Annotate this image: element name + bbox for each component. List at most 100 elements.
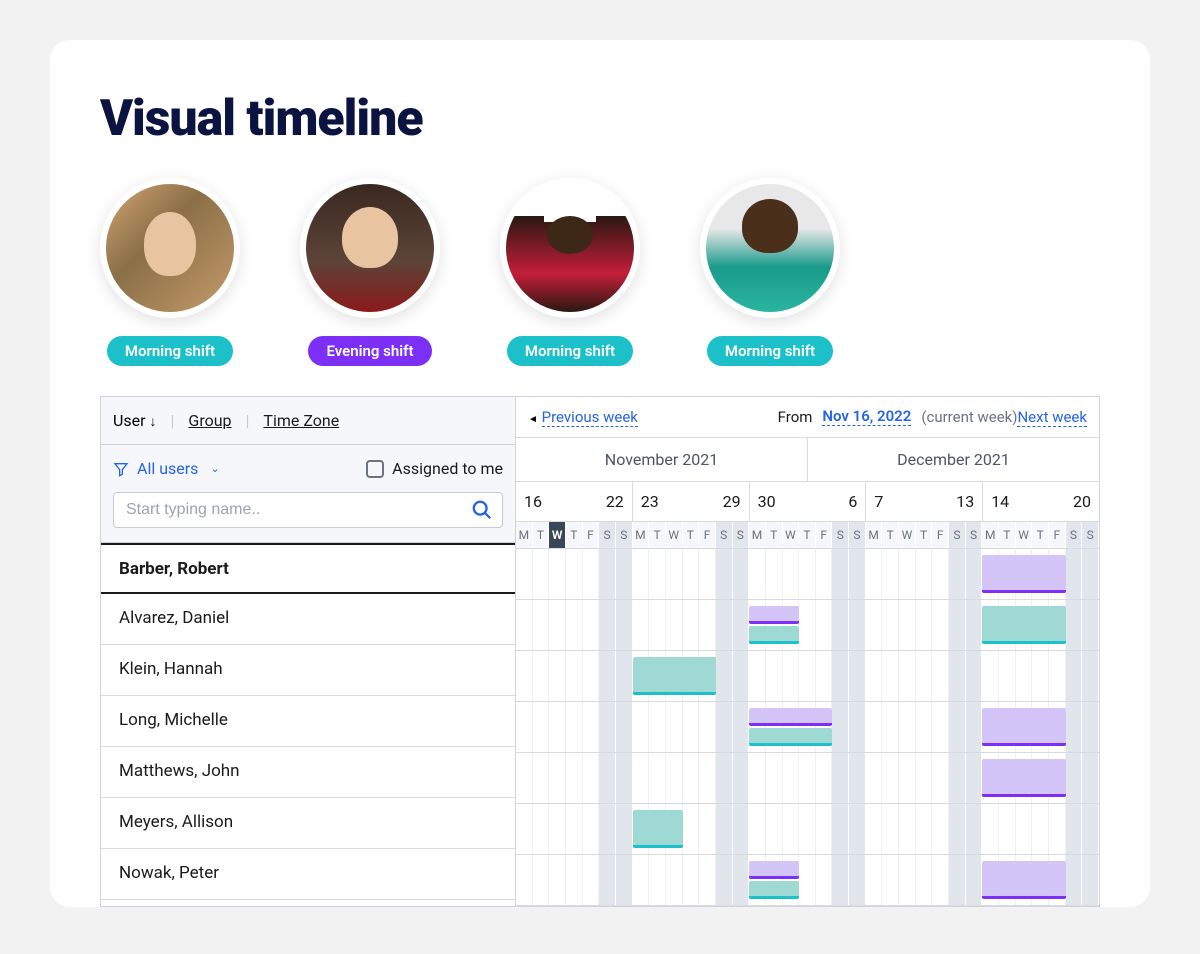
grid-cell[interactable] [949, 702, 966, 752]
grid-cell[interactable] [866, 804, 883, 854]
grid-cell[interactable] [866, 855, 883, 905]
grid-cell[interactable] [649, 702, 666, 752]
grid-cell[interactable] [932, 549, 949, 599]
grid-cell[interactable] [766, 804, 783, 854]
grid-cell[interactable] [649, 753, 666, 803]
grid-cell[interactable] [533, 804, 550, 854]
grid-cell[interactable] [683, 753, 700, 803]
grid-cell[interactable] [699, 753, 716, 803]
grid-cell[interactable] [616, 753, 633, 803]
grid-cell[interactable] [733, 702, 750, 752]
grid-cell[interactable] [583, 855, 600, 905]
grid-cell[interactable] [566, 702, 583, 752]
grid-cell[interactable] [566, 651, 583, 701]
grid-cell[interactable] [733, 804, 750, 854]
assigned-checkbox[interactable] [366, 460, 384, 478]
grid-cell[interactable] [832, 651, 849, 701]
grid-cell[interactable] [932, 600, 949, 650]
grid-cell[interactable] [1066, 651, 1083, 701]
grid-cell[interactable] [966, 804, 983, 854]
from-date[interactable]: Nov 16, 2022 [822, 407, 911, 426]
grid-cell[interactable] [766, 651, 783, 701]
grid-cell[interactable] [649, 549, 666, 599]
grid-cell[interactable] [799, 804, 816, 854]
grid-cell[interactable] [683, 549, 700, 599]
grid-cell[interactable] [666, 753, 683, 803]
grid-cell[interactable] [516, 702, 533, 752]
schedule-bar[interactable] [982, 861, 1065, 899]
grid-cell[interactable] [633, 600, 650, 650]
schedule-bar[interactable] [749, 606, 799, 624]
grid-cell[interactable] [1066, 753, 1083, 803]
grid-cell[interactable] [516, 549, 533, 599]
schedule-bar[interactable] [982, 708, 1065, 746]
grid-cell[interactable] [816, 651, 833, 701]
grid-cell[interactable] [599, 855, 616, 905]
schedule-bar[interactable] [749, 881, 799, 899]
grid-cell[interactable] [666, 549, 683, 599]
grid-cell[interactable] [1082, 702, 1099, 752]
grid-cell[interactable] [783, 651, 800, 701]
grid-cell[interactable] [949, 549, 966, 599]
grid-cell[interactable] [733, 549, 750, 599]
avatar[interactable] [100, 178, 240, 318]
user-row[interactable]: Nowak, Peter [101, 849, 515, 900]
grid-cell[interactable] [583, 804, 600, 854]
user-row[interactable]: Meyers, Allison [101, 798, 515, 849]
grid-cell[interactable] [633, 702, 650, 752]
grid-cell[interactable] [549, 651, 566, 701]
grid-cell[interactable] [749, 651, 766, 701]
assigned-to-me[interactable]: Assigned to me [366, 459, 503, 478]
grid-cell[interactable] [849, 549, 866, 599]
grid-cell[interactable] [849, 600, 866, 650]
grid-cell[interactable] [566, 753, 583, 803]
prev-week-link[interactable]: ◄ Previous week [528, 408, 638, 426]
grid-cell[interactable] [1082, 855, 1099, 905]
grid-cell[interactable] [966, 855, 983, 905]
grid-cell[interactable] [816, 855, 833, 905]
grid-cell[interactable] [899, 753, 916, 803]
grid-cell[interactable] [949, 651, 966, 701]
grid-cell[interactable] [916, 651, 933, 701]
grid-cell[interactable] [549, 549, 566, 599]
grid-cell[interactable] [566, 804, 583, 854]
schedule-bar[interactable] [982, 606, 1065, 644]
grid-cell[interactable] [633, 753, 650, 803]
grid-cell[interactable] [866, 753, 883, 803]
grid-cell[interactable] [583, 651, 600, 701]
grid-cell[interactable] [932, 651, 949, 701]
grid-cell[interactable] [882, 753, 899, 803]
search-icon[interactable] [471, 499, 493, 521]
grid-cell[interactable] [516, 600, 533, 650]
schedule-bar[interactable] [633, 657, 716, 695]
schedule-bar[interactable] [982, 759, 1065, 797]
grid-cell[interactable] [966, 753, 983, 803]
grid-cell[interactable] [932, 804, 949, 854]
grid-cell[interactable] [899, 549, 916, 599]
grid-cell[interactable] [816, 753, 833, 803]
grid-cell[interactable] [949, 600, 966, 650]
grid-cell[interactable] [882, 702, 899, 752]
grid-cell[interactable] [949, 855, 966, 905]
grid-cell[interactable] [1066, 549, 1083, 599]
next-week-link[interactable]: Next week [1017, 408, 1087, 427]
grid-cell[interactable] [1082, 804, 1099, 854]
grid-cell[interactable] [1066, 702, 1083, 752]
grid-cell[interactable] [666, 600, 683, 650]
avatar[interactable] [700, 178, 840, 318]
schedule-bar[interactable] [982, 555, 1065, 593]
user-row[interactable]: Long, Michelle [101, 696, 515, 747]
search-input[interactable] [113, 492, 503, 528]
grid-cell[interactable] [549, 702, 566, 752]
grid-cell[interactable] [866, 702, 883, 752]
grid-cell[interactable] [899, 804, 916, 854]
grid-cell[interactable] [949, 753, 966, 803]
grid-cell[interactable] [999, 804, 1016, 854]
grid-cell[interactable] [699, 855, 716, 905]
grid-cell[interactable] [799, 651, 816, 701]
grid-cell[interactable] [849, 804, 866, 854]
schedule-bar[interactable] [749, 728, 832, 746]
grid-cell[interactable] [849, 855, 866, 905]
grid-cell[interactable] [733, 753, 750, 803]
grid-cell[interactable] [1049, 804, 1066, 854]
